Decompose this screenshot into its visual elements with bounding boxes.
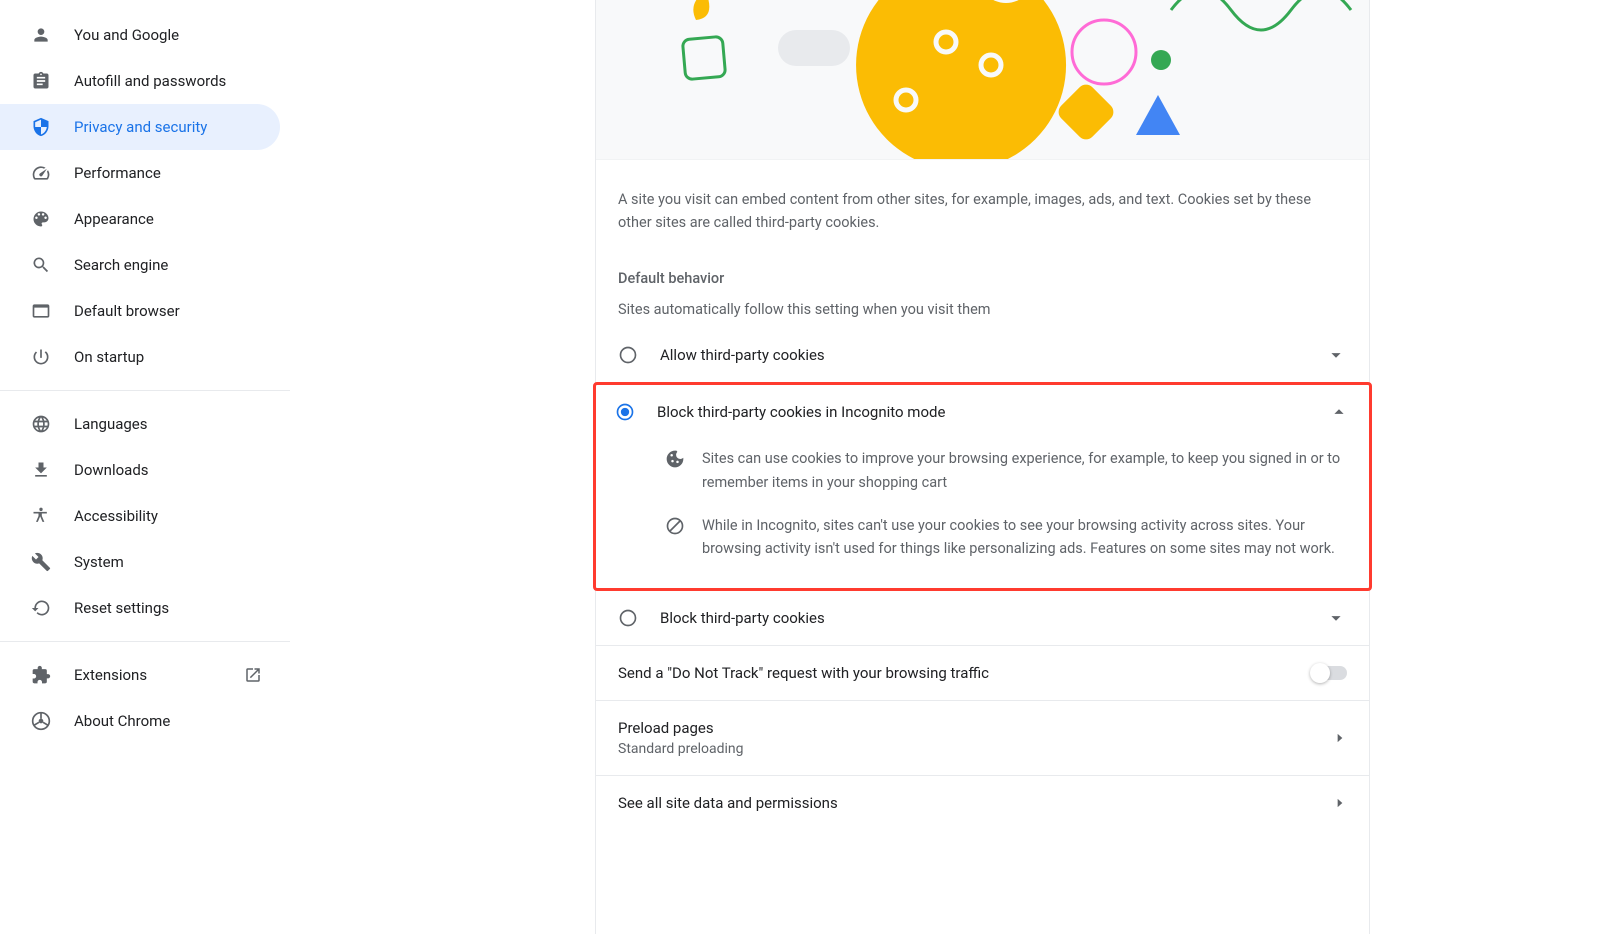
block-icon — [664, 516, 686, 536]
sidebar-item-label: Search engine — [74, 256, 168, 274]
sidebar-item-label: Extensions — [74, 666, 147, 684]
sidebar-item-downloads[interactable]: Downloads — [0, 447, 280, 493]
intro-text: A site you visit can embed content from … — [596, 160, 1369, 252]
option-allow-third-party[interactable]: Allow third-party cookies — [596, 328, 1369, 382]
sidebar-item-label: Default browser — [74, 302, 180, 320]
globe-icon — [30, 413, 52, 435]
chrome-icon — [30, 710, 52, 732]
reset-icon — [30, 597, 52, 619]
radio-unselected-icon — [618, 345, 638, 365]
radio-unselected-icon — [618, 608, 638, 628]
sidebar-item-label: About Chrome — [74, 712, 170, 730]
section-title: Default behavior — [618, 270, 1347, 287]
detail-block-desc: While in Incognito, sites can't use your… — [618, 506, 1347, 572]
sidebar-item-you-google[interactable]: You and Google — [0, 12, 280, 58]
chevron-right-icon — [1333, 731, 1347, 745]
accessibility-icon — [30, 505, 52, 527]
settings-sidebar: You and Google Autofill and passwords Pr… — [0, 0, 290, 934]
sidebar-item-label: Autofill and passwords — [74, 72, 226, 90]
setting-label: Send a "Do Not Track" request with your … — [618, 664, 1313, 682]
highlighted-region: Block third-party cookies in Incognito m… — [593, 382, 1372, 591]
sidebar-item-label: System — [74, 553, 124, 571]
sidebar-item-about[interactable]: About Chrome — [0, 698, 280, 744]
browser-icon — [30, 300, 52, 322]
clipboard-icon — [30, 70, 52, 92]
person-icon — [30, 24, 52, 46]
cookie-icon — [664, 449, 686, 469]
toggle-off[interactable] — [1313, 666, 1347, 680]
sidebar-item-extensions[interactable]: Extensions — [0, 652, 280, 698]
detail-cookie-desc: Sites can use cookies to improve your br… — [618, 439, 1347, 505]
extension-icon — [30, 664, 52, 686]
chevron-up-icon — [1328, 401, 1350, 423]
search-icon — [30, 254, 52, 276]
download-icon — [30, 459, 52, 481]
sidebar-item-autofill[interactable]: Autofill and passwords — [0, 58, 280, 104]
option-block-incognito[interactable]: Block third-party cookies in Incognito m… — [596, 385, 1369, 439]
sidebar-item-startup[interactable]: On startup — [0, 334, 280, 380]
wrench-icon — [30, 551, 52, 573]
option-label: Block third-party cookies — [660, 609, 1313, 627]
sidebar-item-accessibility[interactable]: Accessibility — [0, 493, 280, 539]
hero-illustration — [596, 0, 1369, 160]
sidebar-item-system[interactable]: System — [0, 539, 280, 585]
sidebar-item-performance[interactable]: Performance — [0, 150, 280, 196]
sidebar-item-label: Privacy and security — [74, 118, 207, 136]
setting-preload-pages[interactable]: Preload pages Standard preloading — [596, 700, 1369, 775]
sidebar-item-label: Reset settings — [74, 599, 169, 617]
setting-do-not-track[interactable]: Send a "Do Not Track" request with your … — [596, 645, 1369, 700]
setting-site-data-permissions[interactable]: See all site data and permissions — [596, 775, 1369, 830]
radio-selected-icon — [615, 402, 635, 422]
setting-label: See all site data and permissions — [618, 794, 1333, 812]
option-label: Allow third-party cookies — [660, 346, 1313, 364]
sidebar-item-label: Languages — [74, 415, 148, 433]
power-icon — [30, 346, 52, 368]
sidebar-item-languages[interactable]: Languages — [0, 401, 280, 447]
option-label: Block third-party cookies in Incognito m… — [657, 403, 1316, 421]
sidebar-item-label: Downloads — [74, 461, 149, 479]
chevron-right-icon — [1333, 796, 1347, 810]
option-block-all[interactable]: Block third-party cookies — [596, 591, 1369, 645]
sidebar-item-label: Performance — [74, 164, 161, 182]
sidebar-item-default-browser[interactable]: Default browser — [0, 288, 280, 334]
setting-label: Preload pages — [618, 719, 1333, 737]
sidebar-item-label: Appearance — [74, 210, 154, 228]
sidebar-item-label: Accessibility — [74, 507, 158, 525]
chevron-down-icon — [1325, 344, 1347, 366]
section-subtitle: Sites automatically follow this setting … — [618, 301, 1347, 318]
speedometer-icon — [30, 162, 52, 184]
palette-icon — [30, 208, 52, 230]
setting-sublabel: Standard preloading — [618, 741, 1333, 757]
settings-content: A site you visit can embed content from … — [595, 0, 1370, 934]
sidebar-item-privacy[interactable]: Privacy and security — [0, 104, 280, 150]
sidebar-item-appearance[interactable]: Appearance — [0, 196, 280, 242]
shield-icon — [30, 116, 52, 138]
chevron-down-icon — [1325, 607, 1347, 629]
open-external-icon — [244, 666, 262, 684]
sidebar-item-search-engine[interactable]: Search engine — [0, 242, 280, 288]
sidebar-item-label: On startup — [74, 348, 144, 366]
sidebar-item-reset[interactable]: Reset settings — [0, 585, 280, 631]
sidebar-item-label: You and Google — [74, 26, 179, 44]
